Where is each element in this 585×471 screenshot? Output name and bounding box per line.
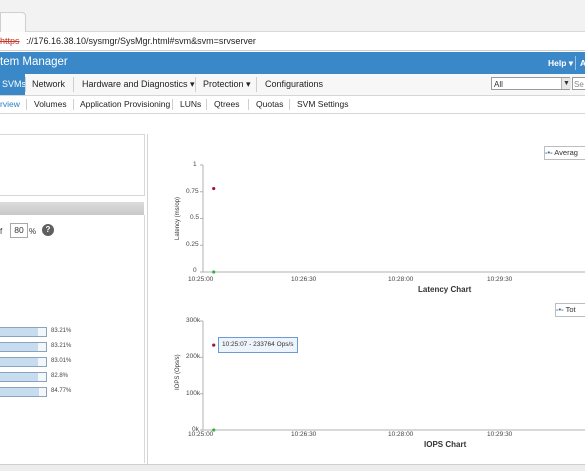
address-bar[interactable]: https ://176.16.38.10/sysmgr/SysMgr.html… [0,32,585,51]
filter-select[interactable]: All [491,77,570,90]
subnav-divider [172,99,173,110]
iops-y-tick-label: 200k [186,353,201,360]
nav-item-network[interactable]: Network [32,74,65,95]
volumes-panel [0,215,145,463]
usage-percent: 83.21% [51,328,72,334]
nav-divider [256,77,257,92]
threshold-label: f [0,227,3,236]
subnav-divider [73,99,74,110]
iops-y-tick-label: 300k [186,317,201,324]
iops-y-tick-label: 100k [186,390,201,397]
latency-y-tick-label: 0 [193,267,197,274]
subnav-volumes[interactable]: Volumes [34,96,67,113]
iops-chart [200,320,585,432]
iops-chart-title: IOPS Chart [424,440,467,449]
latency-points [212,186,216,274]
usage-bar-fill [0,388,40,396]
threshold-input[interactable]: 80 [10,223,28,238]
panel-header [0,202,144,216]
subnav-app-provisioning[interactable]: Application Provisioning [80,96,170,113]
nav-item-protection[interactable]: Protection ▾ [203,74,251,95]
usage-bar-fill [0,343,39,351]
subnav-divider [289,99,290,110]
nav-item-hardware[interactable]: Hardware and Diagnostics ▾ [82,74,195,95]
usage-bar [0,387,47,397]
app-header: tem Manager Help ▾ A [0,52,585,74]
latency-y-axis-label: Latency (ms/op) [175,196,181,240]
usage-percent: 83.21% [51,343,72,349]
latency-x-tick-label: 10:28:00 [388,276,414,283]
url-text: ://176.16.38.10/sysmgr/SysMgr.html#svm&s… [26,36,256,46]
subnav-overview[interactable]: rview [0,96,20,113]
app-title: tem Manager [0,56,68,68]
subnav-quotas[interactable]: Quotas [256,96,283,113]
nav-item-svms[interactable]: SVMs [0,74,26,95]
data-point[interactable] [212,343,216,347]
latency-y-tick-label: 1 [193,161,197,168]
usage-bar-fill [0,358,39,366]
usage-bar-fill [0,328,39,336]
latency-y-tick-label: 0.5 [190,214,200,221]
iops-x-tick-label: 10:28:00 [388,431,414,438]
iops-x-tick-label: 10:29:30 [487,431,513,438]
usage-bar-fill [0,373,39,381]
subnav-luns[interactable]: LUNs [180,96,201,113]
latency-x-tick-label: 10:29:30 [487,276,513,283]
latency-chart [200,164,585,274]
iops-y-axis-label: IOPS (Ops/s) [175,354,181,390]
usage-bar [0,327,47,337]
subnav-qtrees[interactable]: Qtrees [214,96,240,113]
browser-tabstrip [0,0,585,32]
help-menu[interactable]: Help ▾ [548,58,573,69]
help-icon[interactable]: ? [42,224,54,236]
subnav-divider [206,99,207,110]
browser-tab[interactable] [0,12,26,32]
nav-divider [195,77,196,92]
iops-x-tick-label: 10:26:30 [291,431,317,438]
header-menu-partial[interactable]: A [580,58,585,68]
search-input[interactable]: Se [572,77,585,90]
summary-panel [0,134,145,196]
usage-percent: 82.8% [51,373,69,379]
chevron-down-icon[interactable]: ▼ [561,78,571,89]
usage-bar [0,342,47,352]
data-point[interactable] [212,186,216,191]
usage-percent: 84.77% [51,388,72,394]
subnav-svm-settings[interactable]: SVM Settings [297,96,349,113]
usage-bar [0,372,47,382]
usage-percent: 83.01% [51,358,72,364]
latency-y-tick-label: 0.75 [186,188,199,195]
subnav-divider [248,99,249,110]
iops-tooltip: 10:25:07 - 233764 Ops/s [218,337,298,353]
data-point[interactable] [212,270,216,274]
iops-x-tick-label: 10:25:00 [188,431,214,438]
subnav-divider [26,99,27,110]
threshold-unit: % [29,227,37,236]
url-scheme: https [0,36,20,46]
nav-divider [73,77,74,92]
latency-y-tick-label: 0.25 [186,241,199,248]
latency-chart-title: Latency Chart [418,285,472,294]
sub-nav: rview Volumes Application Provisioning L… [0,96,585,114]
latency-x-tick-label: 10:25:00 [188,276,214,283]
nav-item-configurations[interactable]: Configurations [265,74,323,95]
usage-bar [0,357,47,367]
header-divider [575,56,576,70]
latency-x-tick-label: 10:26:30 [291,276,317,283]
panel-splitter[interactable] [147,134,148,464]
nav-divider [25,77,26,92]
iops-points [212,343,216,432]
